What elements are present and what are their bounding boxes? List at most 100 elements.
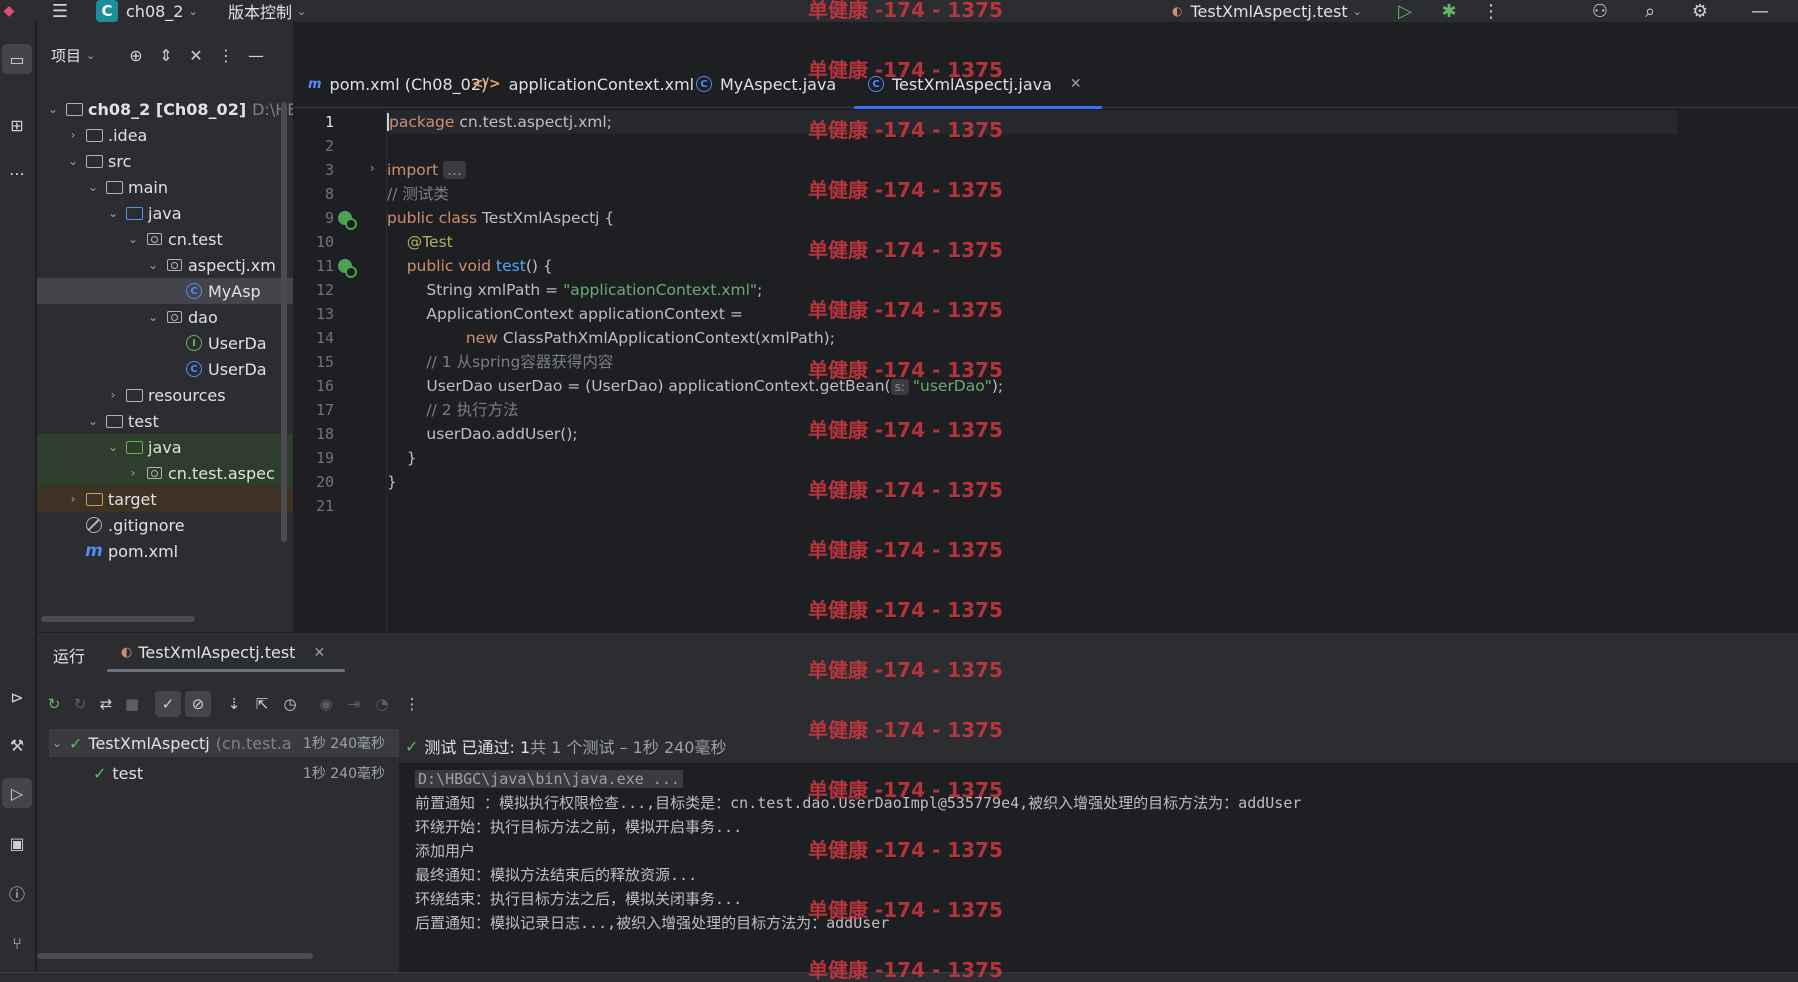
run-icon[interactable]: ▷ bbox=[1393, 0, 1417, 22]
rerun-failed-icon[interactable]: ↻ bbox=[67, 691, 93, 717]
code-line-13[interactable]: ApplicationContext applicationContext = bbox=[387, 302, 742, 326]
editor-tab[interactable]: C MyAspect.java bbox=[696, 62, 836, 106]
more-actions-icon[interactable]: ⋮ bbox=[1479, 0, 1503, 22]
code-line-3[interactable]: import ... bbox=[387, 158, 466, 182]
tree-item[interactable]: ⌄ cn.test bbox=[37, 226, 293, 252]
tree-item[interactable]: C UserDa bbox=[37, 356, 293, 382]
tree-item[interactable]: › resources bbox=[37, 382, 293, 408]
folded-imports[interactable]: ... bbox=[443, 161, 466, 179]
git-branch-icon[interactable]: ⑂ bbox=[2, 928, 32, 958]
tree-item[interactable]: .gitignore bbox=[37, 512, 293, 538]
test-tree-hscrollbar[interactable] bbox=[37, 953, 313, 959]
editor-tab[interactable]: m pom.xml (Ch08_02) bbox=[308, 62, 487, 106]
tree-item[interactable]: ⌄ dao bbox=[37, 304, 293, 330]
settings-gear-icon[interactable]: ⚙ bbox=[1688, 0, 1712, 22]
chevron-down-icon[interactable]: ⌄ bbox=[105, 440, 121, 454]
project-tree-scrollbar[interactable] bbox=[281, 102, 287, 542]
hide-panel-icon[interactable]: — bbox=[245, 40, 267, 70]
main-menu-icon[interactable]: ☰ bbox=[48, 0, 72, 22]
editor-tab[interactable]: </> applicationContext.xml bbox=[472, 62, 694, 106]
run-tab[interactable]: ◐ TestXmlAspectj.test ✕ bbox=[106, 643, 346, 672]
code-line-18[interactable]: userDao.addUser(); bbox=[387, 422, 577, 446]
code-line-15[interactable]: // 1 从spring容器获得内容 bbox=[387, 350, 613, 374]
expand-all-icon[interactable]: ⇕ bbox=[155, 40, 177, 70]
tree-item[interactable]: › cn.test.aspec bbox=[37, 460, 293, 486]
chevron-down-icon[interactable]: ⌄ bbox=[65, 154, 81, 168]
chevron-down-icon[interactable]: ⌄ bbox=[105, 206, 121, 220]
history-clock-icon[interactable]: ◷ bbox=[277, 691, 303, 717]
chevron-down-icon[interactable]: ⌄ bbox=[85, 414, 101, 428]
run-config-selector[interactable]: ◐ TestXmlAspectj.test ⌄ bbox=[1172, 0, 1362, 22]
chevron-down-icon[interactable]: ⌄ bbox=[145, 310, 161, 324]
show-passed-icon[interactable]: ✓ bbox=[155, 691, 181, 717]
import-tests-icon[interactable]: ⇱ bbox=[249, 691, 275, 717]
problems-icon[interactable]: ⓘ bbox=[2, 878, 32, 908]
code-line-8[interactable]: // 测试类 bbox=[387, 182, 449, 206]
run-test-method-icon[interactable] bbox=[338, 259, 357, 278]
chevron-right-icon[interactable]: › bbox=[105, 388, 121, 402]
editor-tab[interactable]: C TestXmlAspectj.java ✕ bbox=[854, 62, 1102, 109]
chevron-down-icon[interactable]: ⌄ bbox=[85, 180, 101, 194]
rerun-icon[interactable]: ↻ bbox=[41, 691, 67, 717]
build-hammer-icon[interactable]: ⚒ bbox=[2, 730, 32, 760]
vcs-menu[interactable]: 版本控制 ⌄ bbox=[228, 0, 306, 22]
collapse-all-icon[interactable]: ✕ bbox=[185, 40, 207, 70]
run-tool-icon[interactable]: ▷ bbox=[2, 778, 32, 808]
tree-item[interactable]: ⌄ src bbox=[37, 148, 293, 174]
code-line-1[interactable]: package cn.test.aspectj.xml; bbox=[387, 110, 1677, 134]
project-tree-hscrollbar[interactable] bbox=[41, 616, 195, 622]
sort-icon[interactable]: ⇣ bbox=[221, 691, 247, 717]
add-user-icon[interactable]: ⚇ bbox=[1588, 0, 1612, 22]
coverage-gauge-icon[interactable]: ◔ bbox=[369, 691, 395, 717]
export-icon[interactable]: ⇥ bbox=[341, 691, 367, 717]
test-suite-row[interactable]: ⌄ ✓ TestXmlAspectj (cn.test.a 1秒 240毫秒 bbox=[49, 729, 399, 757]
tree-item[interactable]: ⌄ aspectj.xm bbox=[37, 252, 293, 278]
tree-item[interactable]: I UserDa bbox=[37, 330, 293, 356]
terminal-icon[interactable]: ▣ bbox=[2, 828, 32, 858]
more-tools-icon[interactable]: ⋯ bbox=[2, 158, 32, 188]
project-panel-title[interactable]: 项目 ⌄ bbox=[51, 40, 95, 70]
screenshot-camera-icon[interactable]: ◉ bbox=[313, 691, 339, 717]
tree-item[interactable]: ⌄ java bbox=[37, 200, 293, 226]
project-folder-icon[interactable]: ▭ bbox=[2, 44, 32, 74]
more-options-icon[interactable]: ⋮ bbox=[399, 691, 425, 717]
test-case-row[interactable]: ✓ test 1秒 240毫秒 bbox=[49, 759, 399, 787]
structure-icon[interactable]: ⊞ bbox=[2, 110, 32, 140]
tree-item[interactable]: ⌄ java bbox=[37, 434, 293, 460]
locate-file-icon[interactable]: ⊕ bbox=[125, 40, 147, 70]
debug-icon[interactable]: ✱ bbox=[1437, 0, 1461, 22]
show-ignored-icon[interactable]: ⊘ bbox=[185, 691, 211, 717]
tree-item[interactable]: › target bbox=[37, 486, 293, 512]
chevron-down-icon[interactable]: ⌄ bbox=[45, 102, 61, 116]
code-line-11[interactable]: public void test() { bbox=[387, 254, 553, 278]
tree-item[interactable]: ⌄ test bbox=[37, 408, 293, 434]
code-line-10[interactable]: @Test bbox=[387, 230, 453, 254]
stop-icon[interactable]: ■ bbox=[119, 691, 145, 717]
tree-item[interactable]: › .idea bbox=[37, 122, 293, 148]
toggle-auto-test-icon[interactable]: ⇄ bbox=[93, 691, 119, 717]
minimize-icon[interactable]: — bbox=[1748, 0, 1772, 22]
code-line-19[interactable]: } bbox=[387, 446, 417, 470]
console-command[interactable]: D:\HBGC\java\bin\java.exe ... bbox=[415, 770, 683, 788]
close-icon[interactable]: ✕ bbox=[313, 645, 325, 661]
tree-item[interactable]: ⌄ch08_2 [Ch08_02]D:\HB bbox=[37, 96, 293, 122]
chevron-right-icon[interactable]: › bbox=[125, 466, 141, 480]
code-line-17[interactable]: // 2 执行方法 bbox=[387, 398, 518, 422]
project-switcher[interactable]: C ch08_2 ⌄ bbox=[96, 0, 198, 22]
chevron-down-icon[interactable]: ⌄ bbox=[125, 232, 141, 246]
tree-item[interactable]: ⌄ main bbox=[37, 174, 293, 200]
code-line-9[interactable]: public class TestXmlAspectj { bbox=[387, 206, 614, 230]
fold-expand-icon[interactable]: › bbox=[370, 161, 375, 175]
services-icon[interactable]: ⊳ bbox=[2, 682, 32, 712]
close-icon[interactable]: ✕ bbox=[1070, 76, 1082, 92]
code-area[interactable]: package cn.test.aspectj.xml; import ... … bbox=[386, 110, 1776, 632]
chevron-right-icon[interactable]: › bbox=[65, 492, 81, 506]
tree-item[interactable]: m pom.xml bbox=[37, 538, 293, 564]
chevron-right-icon[interactable]: › bbox=[65, 128, 81, 142]
code-line-14[interactable]: new ClassPathXmlApplicationContext(xmlPa… bbox=[387, 326, 835, 350]
options-icon[interactable]: ⋮ bbox=[215, 40, 237, 70]
code-line-16[interactable]: UserDao userDao = (UserDao) applicationC… bbox=[387, 374, 1003, 398]
code-line-20[interactable]: } bbox=[387, 470, 397, 494]
chevron-down-icon[interactable]: ⌄ bbox=[145, 258, 161, 272]
run-test-class-icon[interactable] bbox=[338, 211, 357, 230]
